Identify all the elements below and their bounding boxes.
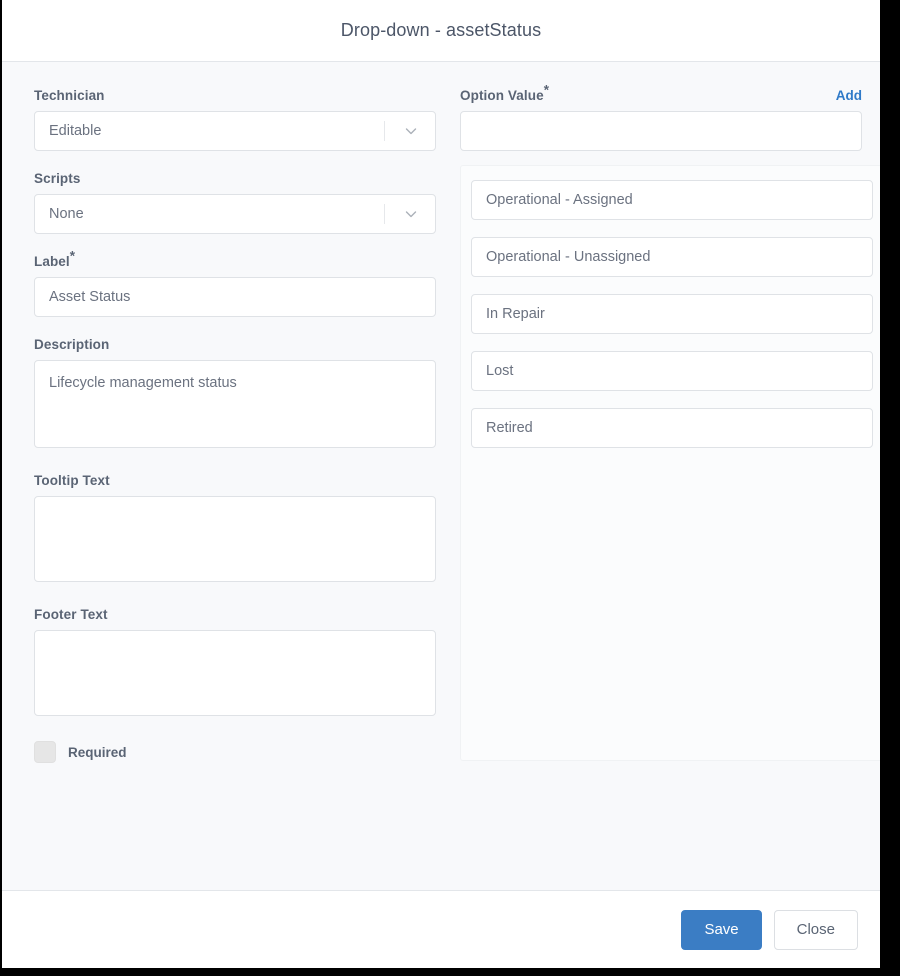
right-options-column: Option Value* Add Operational - Assigned… [452,62,880,890]
description-textarea[interactable] [34,360,436,448]
dialog-header: Drop-down - assetStatus [2,0,880,62]
select-separator [384,204,385,224]
label-input[interactable] [34,277,436,317]
dialog-footer: Save Close [2,890,880,968]
description-field: Description [34,337,436,453]
option-row[interactable]: Operational - Unassigned [471,237,873,277]
footer-text-textarea[interactable] [34,630,436,716]
close-button[interactable]: Close [773,909,858,950]
select-separator [384,121,385,141]
tooltip-text-label: Tooltip Text [34,473,110,488]
label-field-label-text: Label [34,254,70,269]
scripts-label: Scripts [34,171,81,186]
add-option-button[interactable]: Add [836,88,862,103]
new-option-value-input[interactable] [460,111,862,151]
required-checkbox-row[interactable]: Required [34,741,434,763]
technician-selected-value: Editable [49,123,102,139]
dialog-body: Technician Editable Scripts None Label* … [2,62,880,890]
tooltip-text-field: Tooltip Text [34,473,436,587]
technician-select[interactable]: Editable [34,111,436,151]
chevron-down-icon [399,206,423,222]
option-row[interactable]: Retired [471,408,873,448]
required-checkbox-label: Required [68,744,127,760]
footer-text-label: Footer Text [34,607,108,622]
option-row[interactable]: Operational - Assigned [471,180,873,220]
option-value-label-text: Option Value [460,88,544,103]
option-row[interactable]: Lost [471,351,873,391]
technician-label: Technician [34,88,105,103]
dialog-title: Drop-down - assetStatus [340,20,542,40]
required-checkbox[interactable] [34,741,56,763]
option-value-header: Option Value* Add [460,83,862,103]
description-label: Description [34,337,110,352]
tooltip-text-textarea[interactable] [34,496,436,582]
required-asterisk: * [69,248,76,264]
left-form-column: Technician Editable Scripts None Label* … [2,62,452,890]
footer-text-field: Footer Text [34,607,436,721]
options-list-panel: Operational - Assigned Operational - Una… [460,165,880,761]
option-value-label: Option Value* [460,83,549,103]
save-button[interactable]: Save [681,909,762,950]
label-field-label: Label* [34,249,434,269]
dropdown-field-editor-dialog: Drop-down - assetStatus Technician Edita… [2,0,880,968]
scripts-select[interactable]: None [34,194,436,234]
scripts-field: Scripts None [34,171,436,234]
scripts-selected-value: None [49,206,84,222]
chevron-down-icon [399,123,423,139]
required-asterisk: * [543,82,550,98]
option-row[interactable]: In Repair [471,294,873,334]
technician-field: Technician Editable [34,88,436,151]
label-field: Label* [34,249,436,317]
